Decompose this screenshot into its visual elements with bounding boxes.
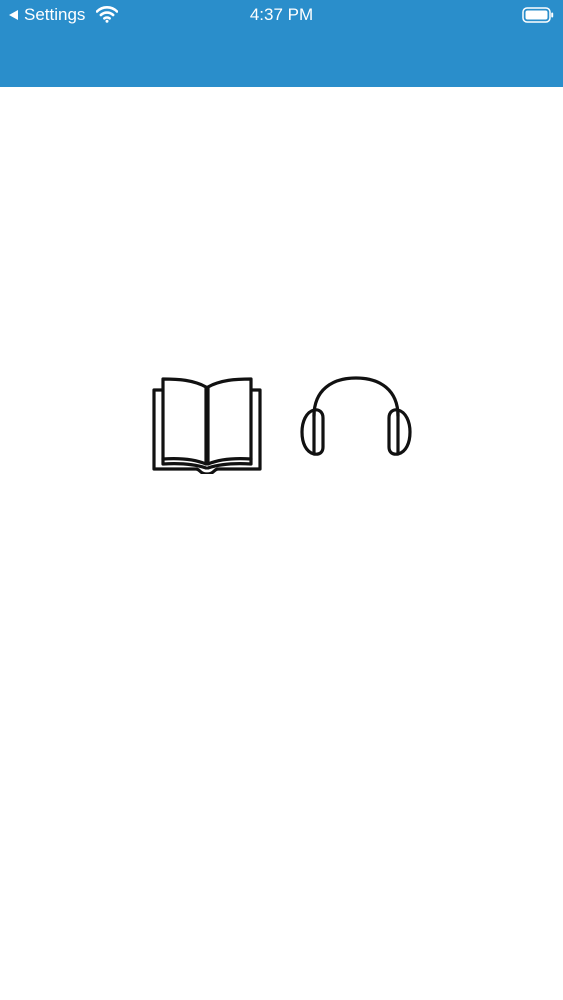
status-bar: Settings 4:37 PM: [0, 0, 563, 30]
status-time: 4:37 PM: [249, 5, 314, 24]
main-content: [0, 87, 563, 1000]
header-bar: Settings 4:37 PM: [0, 0, 563, 87]
battery-icon: [522, 7, 554, 23]
headphones-icon[interactable]: [298, 376, 414, 460]
book-icon[interactable]: [150, 376, 264, 474]
